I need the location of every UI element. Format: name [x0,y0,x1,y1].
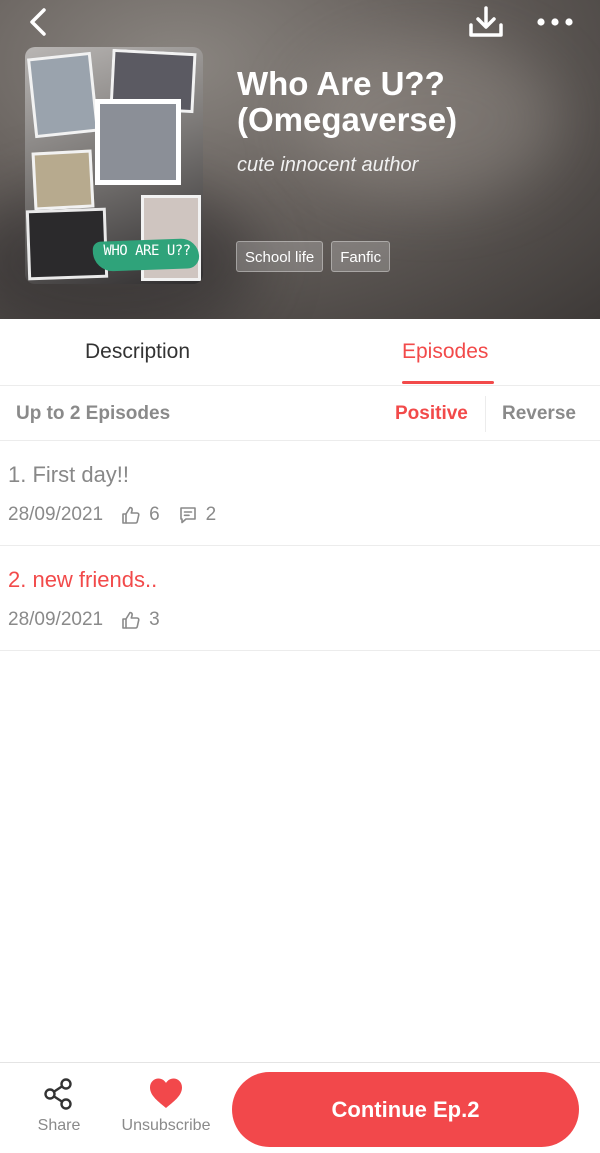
episode-count: Up to 2 Episodes [16,403,171,424]
unsubscribe-label: Unsubscribe [121,1117,211,1134]
cover-photo [31,149,95,211]
author-name[interactable]: cute innocent author [237,154,418,177]
share-icon [44,1078,72,1110]
unsubscribe-button[interactable]: Unsubscribe [116,1077,216,1143]
cover-photo [26,51,100,139]
heart-icon [150,1078,182,1108]
episode-meta: 28/09/2021 6 2 [8,503,234,527]
episode-date: 28/09/2021 [8,609,104,630]
book-cover-image: WHO ARE U?? [25,47,203,284]
episode-like-count: 6 [149,504,160,525]
thumbs-up-icon [122,506,140,524]
book-title: Who Are U?? (Omegaverse) [237,65,458,138]
sort-reverse-button[interactable]: Reverse [502,387,576,441]
cover-photo [95,99,181,185]
episode-sort-bar: Up to 2 Episodes Positive Reverse [0,387,600,441]
thumbs-up-icon [122,611,140,629]
book-header: WHO ARE U?? Who Are U?? (Omegaverse) cut… [0,0,600,319]
episode-row[interactable]: 1. First day!! 28/09/2021 6 2 [0,441,600,546]
tab-bar: Description Episodes [0,319,600,386]
episode-meta: 28/09/2021 3 [8,608,178,632]
tab-description[interactable]: Description [85,319,190,386]
continue-reading-button[interactable]: Continue Ep.2 [232,1072,579,1147]
cover-title-text: WHO ARE U?? [103,243,191,259]
sort-positive-button[interactable]: Positive [395,387,468,441]
episode-title: 1. First day!! [8,462,130,487]
comment-icon [179,507,196,524]
episode-comment-count: 2 [205,504,217,525]
share-label: Share [37,1117,81,1134]
episode-title: 2. new friends.. [8,567,158,592]
download-icon [469,6,503,37]
episode-date: 28/09/2021 [8,504,104,525]
download-button[interactable] [466,4,506,40]
bottom-action-bar: Share Unsubscribe Continue Ep.2 [0,1062,600,1153]
tag-list: School life Fanfic [236,241,391,272]
share-button[interactable]: Share [28,1077,90,1143]
active-tab-indicator [402,381,494,384]
tag-fanfic[interactable]: Fanfic [331,241,391,272]
back-arrow-icon [30,8,46,36]
back-button[interactable] [22,4,58,40]
tab-episodes[interactable]: Episodes [402,319,488,386]
episode-row-current[interactable]: 2. new friends.. 28/09/2021 3 [0,546,600,651]
more-options-button[interactable] [532,6,578,36]
sort-divider [485,396,486,432]
tag-school-life[interactable]: School life [236,241,324,272]
more-icon [537,18,573,26]
episode-like-count: 3 [149,609,160,630]
